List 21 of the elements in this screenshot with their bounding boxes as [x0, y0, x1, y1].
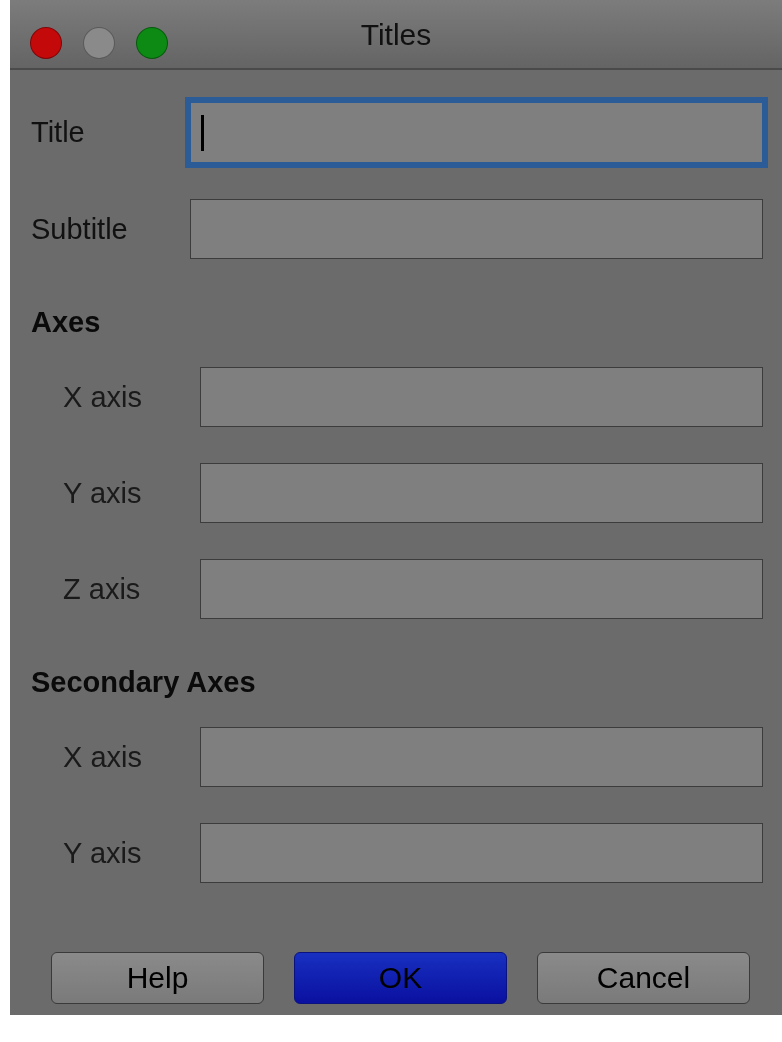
- field-label: X axis: [62, 740, 143, 774]
- text-field[interactable]: [190, 199, 763, 259]
- text-field[interactable]: [200, 463, 763, 523]
- dialog-button[interactable]: Help: [51, 952, 264, 1004]
- field-label: Z axis: [62, 572, 142, 606]
- text-field[interactable]: [200, 559, 763, 619]
- field-label: Subtitle: [31, 212, 129, 246]
- dialog-button[interactable]: Cancel: [537, 952, 750, 1004]
- text-field[interactable]: [200, 367, 763, 427]
- section-heading: Secondary Axes: [31, 666, 257, 698]
- close-button[interactable]: [30, 27, 62, 59]
- section-heading: Axes: [31, 306, 102, 338]
- field-label: Y axis: [62, 476, 143, 510]
- window-title: Titles: [360, 18, 432, 52]
- text-cursor: [201, 114, 204, 151]
- text-field[interactable]: [200, 727, 763, 787]
- field-label: X axis: [62, 380, 143, 414]
- field-label: Y axis: [62, 836, 143, 870]
- zoom-button[interactable]: [136, 27, 168, 59]
- field-label: Title: [31, 116, 86, 149]
- text-field[interactable]: [200, 823, 763, 883]
